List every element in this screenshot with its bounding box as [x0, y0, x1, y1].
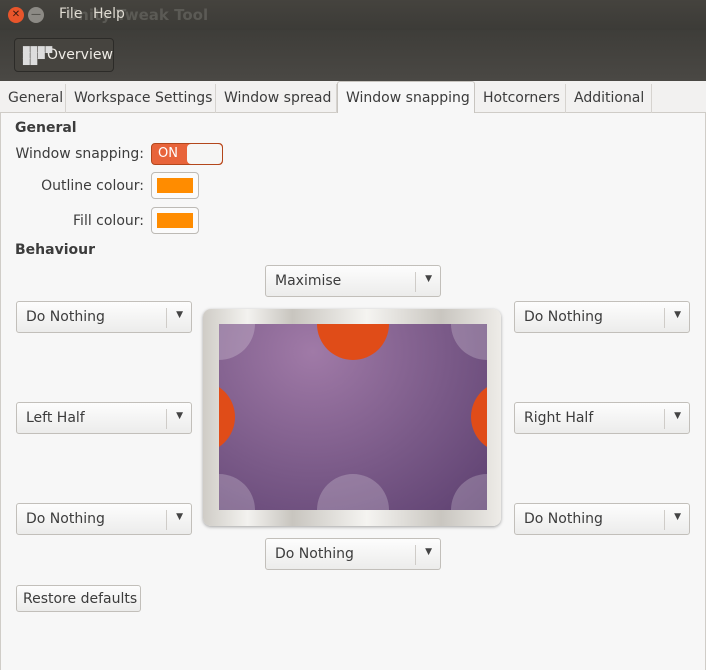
bottom-right-dropdown[interactable]: Do Nothing ▼	[514, 503, 690, 535]
dropdown-arrow-icon: ▼	[674, 310, 681, 320]
tab-window-snapping[interactable]: Window snapping	[337, 81, 475, 114]
dropdown-value: Do Nothing	[524, 309, 603, 325]
dropdown-arrow-icon: ▼	[674, 512, 681, 522]
outline-swatch	[157, 178, 193, 193]
right-edge-dropdown[interactable]: Right Half ▼	[514, 402, 690, 434]
behaviour-heading: Behaviour	[15, 242, 95, 258]
overview-button[interactable]: ■■■■ ■■■ ■■ Overview	[14, 38, 114, 72]
menu-file[interactable]: File	[59, 6, 82, 22]
top-right-zone	[451, 324, 487, 360]
dropdown-value: Right Half	[524, 410, 594, 426]
outline-colour-button[interactable]	[151, 172, 199, 199]
bottom-zone	[317, 474, 389, 510]
fill-colour-label: Fill colour:	[73, 213, 144, 229]
fill-colour-button[interactable]	[151, 207, 199, 234]
general-heading: General	[15, 120, 77, 136]
dropdown-value: Do Nothing	[275, 546, 354, 562]
screen-preview	[219, 324, 487, 510]
dropdown-value: Do Nothing	[26, 309, 105, 325]
dropdown-value: Do Nothing	[26, 511, 105, 527]
top-left-zone	[219, 324, 255, 360]
left-zone	[219, 381, 235, 453]
top-zone	[317, 324, 389, 360]
window-snapping-toggle[interactable]: ON	[151, 143, 223, 165]
title-bar: ✕ — Unity Tweak Tool File Help	[0, 0, 706, 30]
top-right-dropdown[interactable]: Do Nothing ▼	[514, 301, 690, 333]
bottom-edge-dropdown[interactable]: Do Nothing ▼	[265, 538, 441, 570]
bottom-left-zone	[219, 474, 255, 510]
dropdown-value: Left Half	[26, 410, 85, 426]
dropdown-arrow-icon: ▼	[674, 411, 681, 421]
minimize-icon[interactable]: —	[28, 7, 44, 23]
right-zone	[471, 381, 487, 453]
bottom-right-zone	[451, 474, 487, 510]
snapping-label: Window snapping:	[15, 146, 144, 162]
bottom-left-dropdown[interactable]: Do Nothing ▼	[16, 503, 192, 535]
toolbar: ■■■■ ■■■ ■■ Overview	[0, 30, 706, 81]
dropdown-arrow-icon: ▼	[425, 274, 432, 284]
dropdown-arrow-icon: ▼	[425, 547, 432, 557]
fill-swatch	[157, 213, 193, 228]
tab-additional[interactable]: Additional	[566, 84, 652, 113]
dropdown-arrow-icon: ▼	[176, 310, 183, 320]
toggle-state: ON	[158, 146, 178, 161]
dropdown-arrow-icon: ▼	[176, 411, 183, 421]
top-edge-dropdown[interactable]: Maximise ▼	[265, 265, 441, 297]
menu-help[interactable]: Help	[93, 6, 125, 22]
monitor-preview	[203, 309, 501, 526]
tab-general[interactable]: General	[0, 84, 66, 113]
close-icon[interactable]: ✕	[8, 7, 24, 23]
top-left-dropdown[interactable]: Do Nothing ▼	[16, 301, 192, 333]
dropdown-value: Maximise	[275, 273, 342, 289]
restore-defaults-button[interactable]: Restore defaults	[16, 585, 141, 612]
tab-window-spread[interactable]: Window spread	[216, 84, 337, 113]
window-title: Unity Tweak Tool	[66, 6, 209, 24]
left-edge-dropdown[interactable]: Left Half ▼	[16, 402, 192, 434]
overview-label: Overview	[47, 47, 113, 63]
tab-workspace-settings[interactable]: Workspace Settings	[66, 84, 216, 113]
grid-icon: ■■■■ ■■■ ■■	[22, 45, 53, 67]
dropdown-arrow-icon: ▼	[176, 512, 183, 522]
dropdown-value: Do Nothing	[524, 511, 603, 527]
tab-bar: General Workspace Settings Window spread…	[0, 81, 706, 114]
outline-colour-label: Outline colour:	[41, 178, 144, 194]
tab-hotcorners[interactable]: Hotcorners	[475, 84, 566, 113]
